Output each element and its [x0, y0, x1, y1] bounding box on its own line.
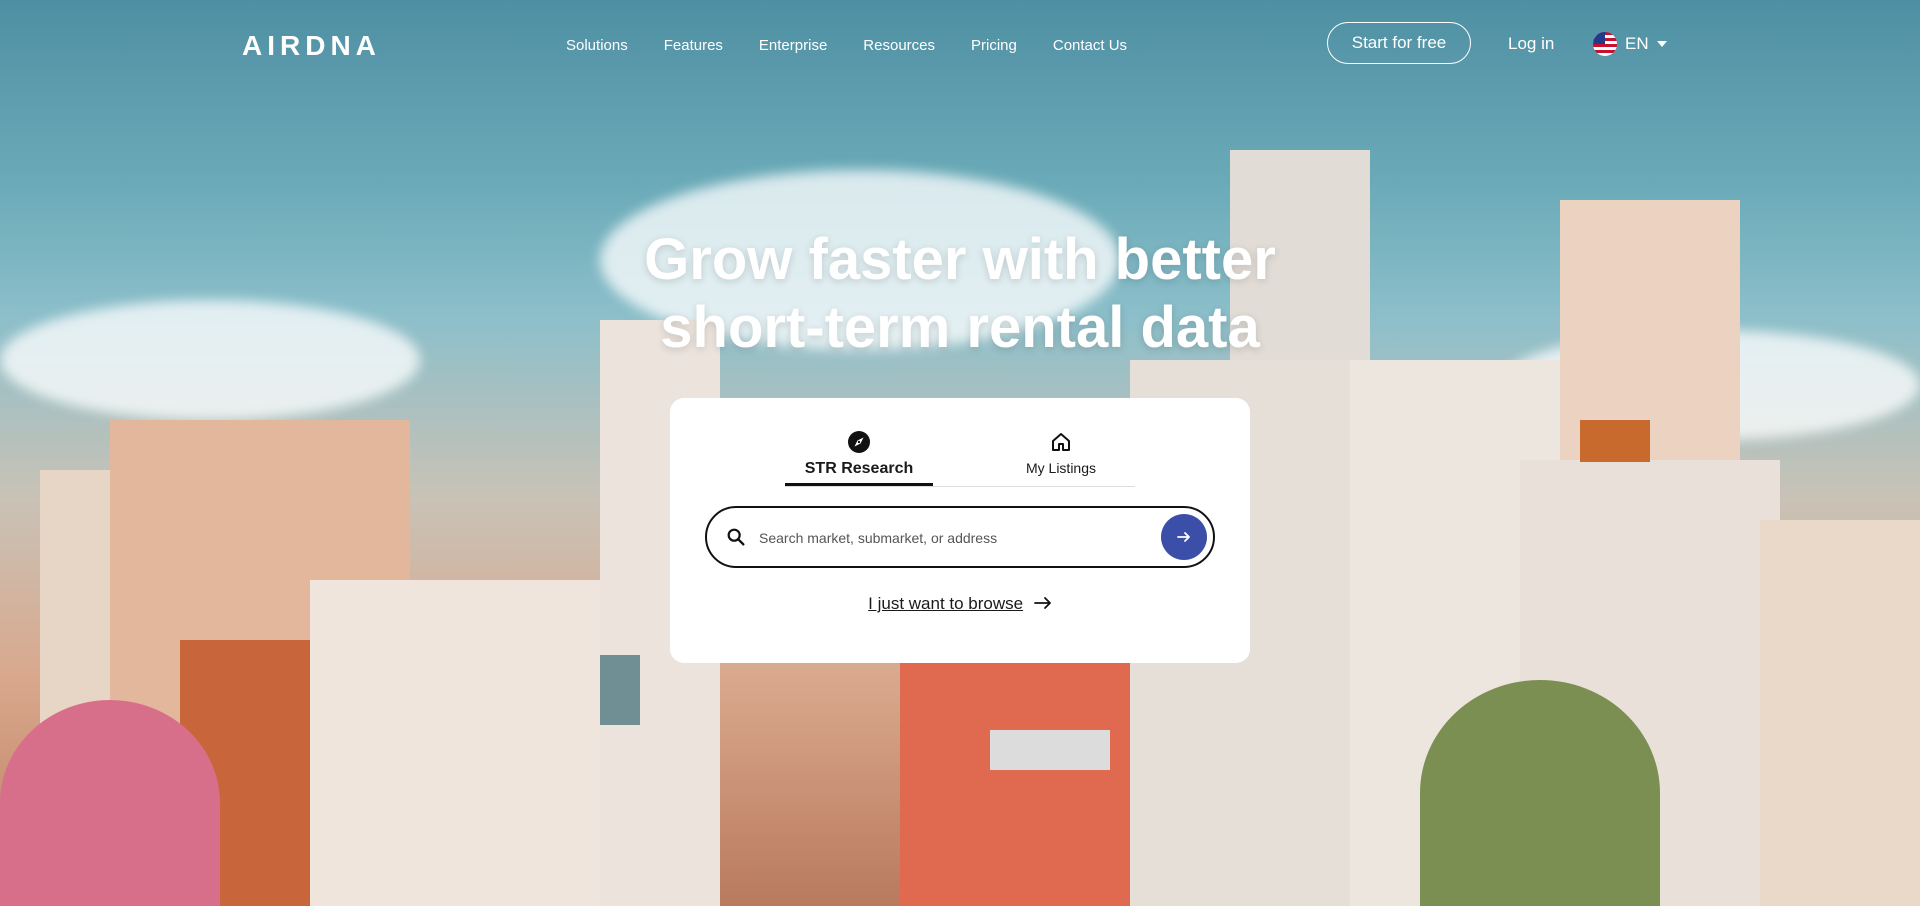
search-tabs: STR Research My Listings — [785, 430, 1135, 487]
language-selector[interactable]: EN — [1593, 32, 1667, 56]
nav-solutions[interactable]: Solutions — [566, 37, 628, 54]
nav-features[interactable]: Features — [664, 37, 723, 54]
airdna-logo[interactable]: AIRDNA — [242, 30, 381, 62]
compass-icon — [848, 431, 870, 453]
nav-pricing[interactable]: Pricing — [971, 37, 1017, 54]
nav-contact-us[interactable]: Contact Us — [1053, 37, 1127, 54]
search-card: STR Research My Listings I just want to … — [670, 398, 1250, 663]
headline-line-1: Grow faster with better — [644, 227, 1276, 292]
active-tab-underline — [785, 483, 933, 486]
search-input[interactable] — [757, 524, 1141, 552]
nav-enterprise[interactable]: Enterprise — [759, 37, 827, 54]
language-label: EN — [1625, 34, 1649, 53]
browse-link[interactable]: I just want to browse — [670, 594, 1250, 614]
us-flag-icon — [1593, 32, 1617, 56]
search-submit-button[interactable] — [1161, 514, 1207, 560]
log-in-link[interactable]: Log in — [1508, 34, 1554, 54]
tab-str-research-label: STR Research — [804, 460, 914, 477]
start-for-free-button[interactable]: Start for free — [1327, 22, 1471, 64]
arrow-right-icon — [1033, 597, 1051, 609]
tab-my-listings[interactable]: My Listings — [987, 430, 1135, 478]
search-bar — [705, 506, 1215, 568]
hero-headline: Grow faster with better short-term renta… — [0, 226, 1920, 362]
top-navbar: AIRDNA Solutions Features Enterprise Res… — [0, 0, 1920, 88]
headline-line-2: short-term rental data — [660, 295, 1260, 360]
home-icon — [1052, 433, 1070, 451]
caret-down-icon — [1656, 41, 1667, 47]
nav-resources[interactable]: Resources — [863, 37, 935, 54]
main-menu: Solutions Features Enterprise Resources … — [566, 37, 1127, 54]
arrow-right-icon — [1177, 532, 1190, 542]
tab-my-listings-label: My Listings — [1025, 460, 1097, 476]
browse-link-label: I just want to browse — [868, 594, 1024, 613]
tab-str-research[interactable]: STR Research — [785, 430, 933, 486]
search-icon — [727, 528, 745, 546]
